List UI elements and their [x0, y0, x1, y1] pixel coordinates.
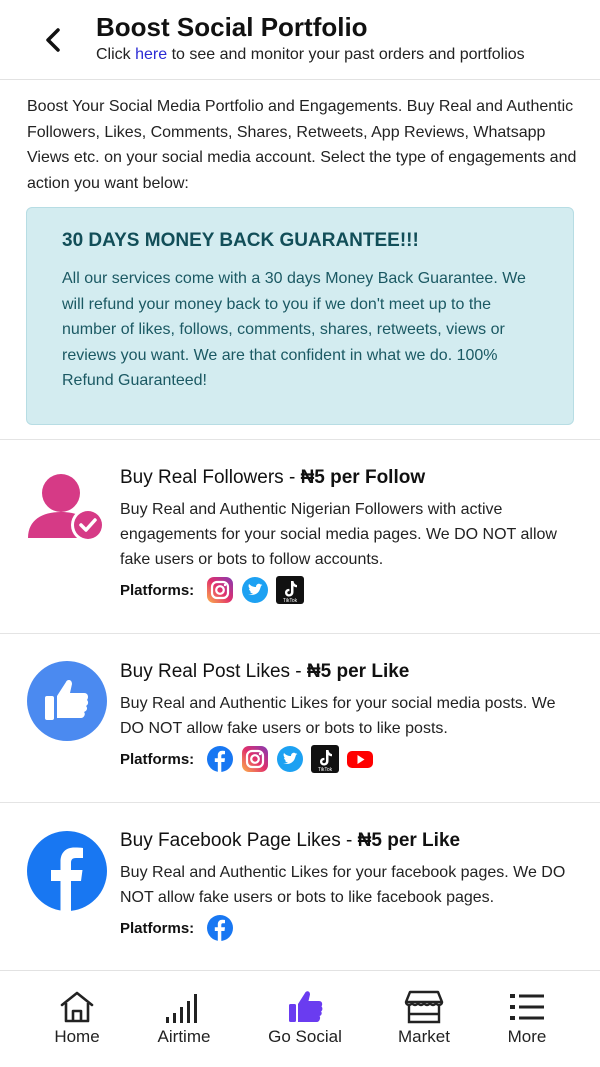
platforms-label: Platforms:	[120, 750, 195, 768]
thumbs-up-icon	[285, 989, 325, 1025]
chevron-left-icon	[46, 28, 60, 52]
nav-label-more: More	[507, 1027, 547, 1046]
back-button[interactable]	[34, 20, 74, 60]
nav-more[interactable]: More	[472, 971, 582, 1067]
platforms-row: Platforms: TikTok	[120, 576, 311, 604]
instagram-icon	[206, 576, 234, 604]
facebook-icon	[206, 745, 234, 773]
thumbs-up-icon	[27, 661, 107, 741]
nav-label-market: Market	[398, 1027, 450, 1046]
nav-label-airtime: Airtime	[157, 1027, 211, 1046]
platforms-label: Platforms:	[120, 919, 195, 937]
service-title-text: Buy Facebook Page Likes -	[120, 830, 358, 851]
youtube-icon	[346, 745, 374, 773]
guarantee-text: All our services come with a 30 days Mon…	[62, 270, 526, 389]
service-buy-followers[interactable]: Buy Real Followers - ₦5 per Follow Buy R…	[0, 440, 600, 634]
guarantee-title: 30 DAYS MONEY BACK GUARANTEE!!!	[62, 230, 419, 251]
list-icon	[507, 989, 547, 1025]
guarantee-box: 30 DAYS MONEY BACK GUARANTEE!!! All our …	[26, 207, 574, 425]
nav-label-home: Home	[54, 1027, 100, 1046]
twitter-icon	[276, 745, 304, 773]
service-description: Buy Real and Authentic Likes for your fa…	[120, 864, 566, 906]
orders-link[interactable]: here	[135, 46, 167, 63]
instagram-icon	[241, 745, 269, 773]
twitter-icon	[241, 576, 269, 604]
bottom-nav: Home Airtime Go Social Market More	[0, 970, 600, 1067]
tiktok-icon: TikTok	[276, 576, 305, 604]
facebook-icon	[27, 831, 107, 911]
facebook-icon	[206, 914, 234, 942]
store-icon	[404, 989, 444, 1025]
service-buy-facebook-page-likes[interactable]: Buy Facebook Page Likes - ₦5 per Like Bu…	[0, 803, 600, 969]
intro-text: Boost Your Social Media Portfolio and En…	[27, 98, 577, 192]
service-title: Buy Real Post Likes - ₦5 per Like	[120, 661, 409, 683]
platforms-label: Platforms:	[120, 581, 195, 599]
app-header: Boost Social Portfolio Click here to see…	[0, 0, 600, 80]
page-subtitle: Click here to see and monitor your past …	[96, 46, 525, 64]
nav-market[interactable]: Market	[369, 971, 479, 1067]
nav-airtime[interactable]: Airtime	[129, 971, 239, 1067]
subtitle-suffix: to see and monitor your past orders and …	[167, 46, 525, 63]
page-title: Boost Social Portfolio	[96, 12, 368, 42]
nav-label-go-social: Go Social	[268, 1027, 342, 1046]
service-title-text: Buy Real Post Likes -	[120, 661, 307, 682]
service-buy-post-likes[interactable]: Buy Real Post Likes - ₦5 per Like Buy Re…	[0, 634, 600, 802]
nav-home[interactable]: Home	[22, 971, 132, 1067]
nav-go-social[interactable]: Go Social	[250, 971, 360, 1067]
platforms-row: Platforms: TikTok	[120, 745, 381, 773]
service-price: ₦5 per Like	[357, 830, 461, 851]
home-icon	[57, 989, 97, 1025]
service-price: ₦5 per Follow	[300, 467, 426, 488]
user-check-icon	[28, 474, 105, 542]
service-title: Buy Real Followers - ₦5 per Follow	[120, 467, 425, 489]
service-price: ₦5 per Like	[306, 661, 410, 682]
tiktok-label: TikTok	[283, 598, 298, 604]
service-title: Buy Facebook Page Likes - ₦5 per Like	[120, 830, 460, 852]
tiktok-icon: TikTok	[311, 745, 340, 773]
signal-bars-icon	[164, 989, 204, 1025]
service-description: Buy Real and Authentic Likes for your so…	[120, 695, 556, 737]
subtitle-prefix: Click	[96, 46, 136, 63]
platforms-row: Platforms:	[120, 914, 241, 942]
tiktok-label: TikTok	[318, 767, 333, 773]
service-title-text: Buy Real Followers -	[120, 467, 301, 488]
service-description: Buy Real and Authentic Nigerian Follower…	[120, 501, 557, 568]
